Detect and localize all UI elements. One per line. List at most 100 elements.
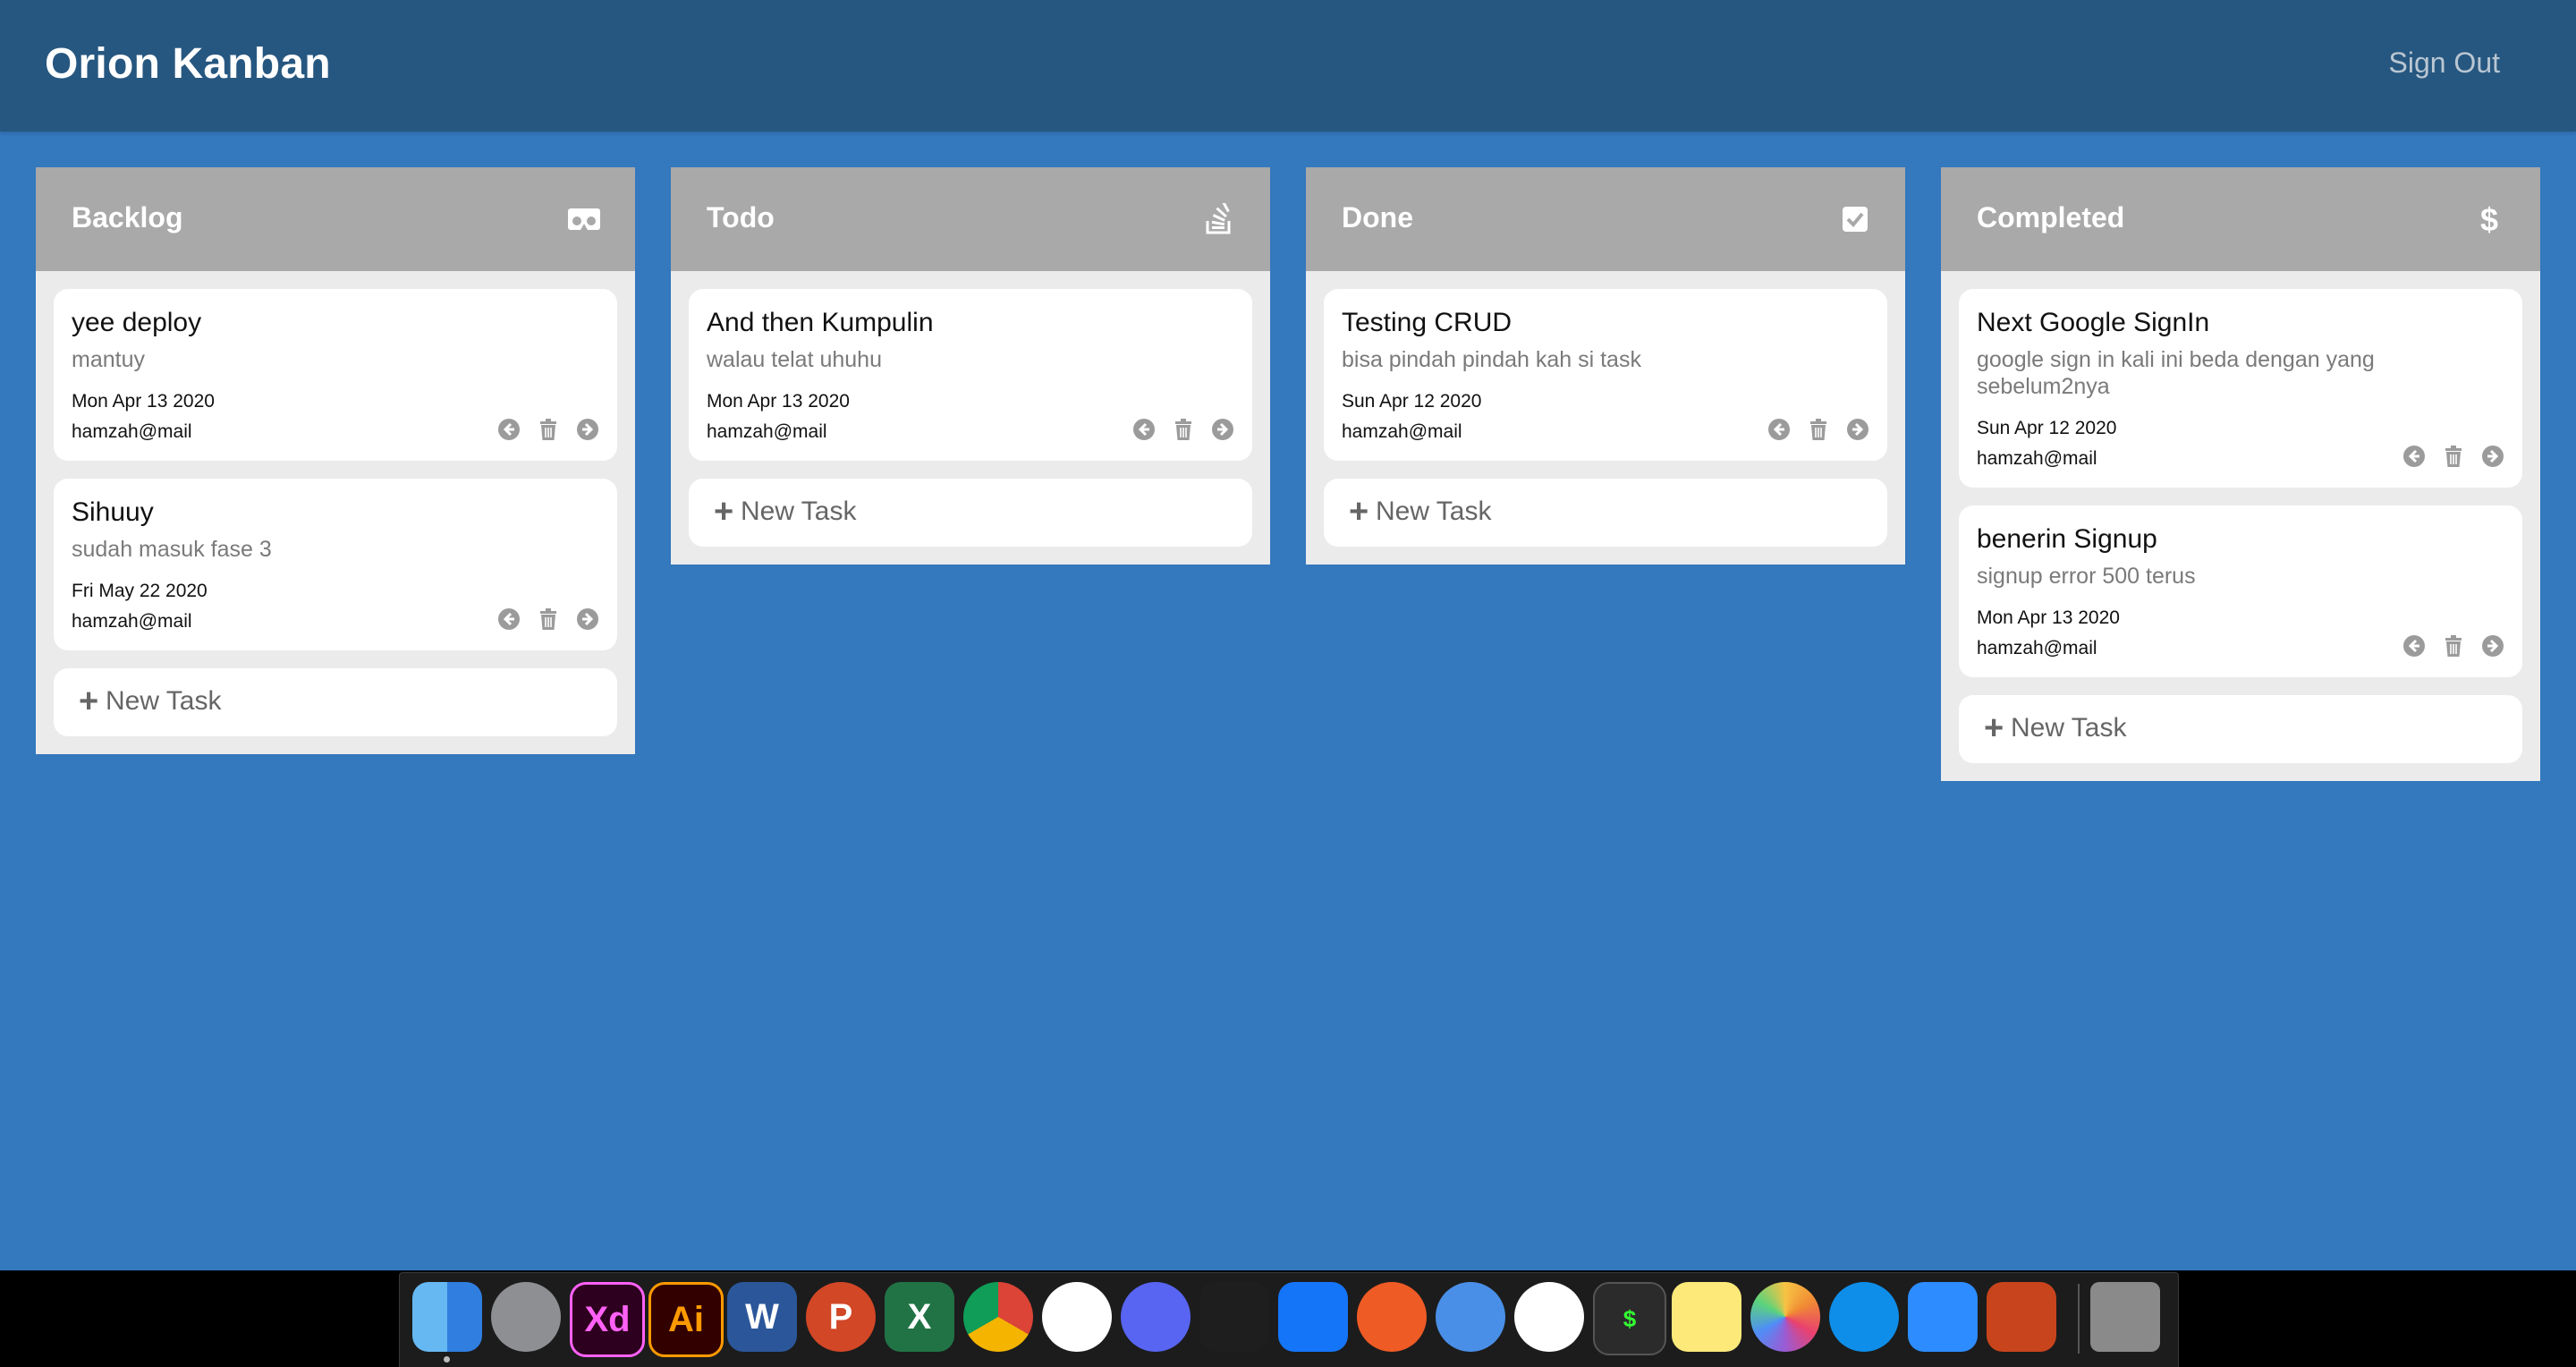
sign-out-link[interactable]: Sign Out xyxy=(2388,47,2500,80)
new-task-button[interactable]: + New Task xyxy=(54,668,617,736)
navbar: Orion Kanban Sign Out xyxy=(0,0,2576,132)
trash-icon[interactable] xyxy=(2442,445,2465,468)
column-header: Backlog xyxy=(36,167,635,271)
task-actions xyxy=(1132,418,1234,441)
task-actions xyxy=(1767,418,1869,441)
task-date: Sun Apr 12 2020 xyxy=(1977,418,2117,438)
photos-icon[interactable] xyxy=(1750,1282,1820,1352)
arrow-right-circle-icon[interactable] xyxy=(2481,445,2504,468)
task-description: sudah masuk fase 3 xyxy=(72,537,272,562)
dock-separator xyxy=(2078,1284,2080,1354)
task-actions xyxy=(497,418,599,441)
arrow-left-circle-icon[interactable] xyxy=(1767,418,1791,441)
chrome-icon[interactable] xyxy=(963,1282,1033,1352)
task-card[interactable]: Testing CRUD bisa pindah pindah kah si t… xyxy=(1324,289,1887,461)
xcode-icon[interactable] xyxy=(1278,1282,1348,1352)
column-body: Testing CRUD bisa pindah pindah kah si t… xyxy=(1306,271,1905,565)
powerpoint-icon[interactable]: P xyxy=(806,1282,876,1352)
arrow-right-circle-icon[interactable] xyxy=(2481,634,2504,658)
new-task-label: New Task xyxy=(741,497,857,526)
task-description: google sign in kali ini beda dengan yang… xyxy=(1977,347,2375,399)
column-done: Done Testing CRUD bisa pindah pindah kah… xyxy=(1306,167,1905,565)
check-square-icon xyxy=(1843,207,1868,232)
column-title: Todo xyxy=(707,201,775,233)
adobe-illustrator-icon[interactable]: Ai xyxy=(648,1282,724,1357)
teamviewer-icon[interactable] xyxy=(1829,1282,1899,1352)
task-date: Mon Apr 13 2020 xyxy=(707,391,850,412)
hacktiv8-icon[interactable] xyxy=(1987,1282,2056,1352)
trash-icon[interactable] xyxy=(1172,418,1195,441)
plus-icon: + xyxy=(714,493,734,531)
arrow-left-circle-icon[interactable] xyxy=(1132,418,1156,441)
trash-icon[interactable] xyxy=(1807,418,1830,441)
column-backlog: Backlog yee deploy mantuy Mon Apr 13 202… xyxy=(36,167,635,754)
task-date: Sun Apr 12 2020 xyxy=(1342,391,1482,412)
trash-icon[interactable] xyxy=(537,418,560,441)
task-title: Next Google SignIn xyxy=(1977,308,2210,337)
brand-title: Orion Kanban xyxy=(45,40,331,88)
task-title: Sihuuy xyxy=(72,497,154,527)
task-date: Fri May 22 2020 xyxy=(72,581,208,601)
excel-icon[interactable]: X xyxy=(885,1282,954,1352)
plus-icon: + xyxy=(1984,709,2004,747)
discord-icon[interactable] xyxy=(1121,1282,1191,1352)
column-title: Backlog xyxy=(72,201,183,233)
task-description: walau telat uhuhu xyxy=(707,347,882,372)
word-icon[interactable]: W xyxy=(727,1282,797,1352)
slack-icon[interactable] xyxy=(1042,1282,1112,1352)
task-card[interactable]: And then Kumpulin walau telat uhuhu Mon … xyxy=(689,289,1252,461)
task-description: signup error 500 terus xyxy=(1977,564,2196,589)
task-card[interactable]: Next Google SignIn google sign in kali i… xyxy=(1959,289,2522,488)
postman-icon[interactable] xyxy=(1357,1282,1427,1352)
cardboard-icon xyxy=(568,208,600,230)
svg-text:$: $ xyxy=(2480,203,2498,235)
arrow-right-circle-icon[interactable] xyxy=(1211,418,1234,441)
task-card[interactable]: benerin Signup signup error 500 terus Mo… xyxy=(1959,505,2522,677)
mongodb-compass-icon[interactable] xyxy=(1514,1282,1584,1352)
finder-icon[interactable] xyxy=(412,1282,482,1363)
stack-overflow-icon xyxy=(1206,203,1231,234)
arrow-left-circle-icon[interactable] xyxy=(497,607,521,631)
tableplus-icon[interactable] xyxy=(1436,1282,1505,1352)
task-card[interactable]: yee deploy mantuy Mon Apr 13 2020 hamzah… xyxy=(54,289,617,461)
new-task-label: New Task xyxy=(2011,713,2127,743)
adobe-xd-icon[interactable]: Xd xyxy=(570,1282,645,1357)
launchpad-icon[interactable] xyxy=(491,1282,561,1352)
vscode-icon[interactable] xyxy=(1199,1282,1269,1352)
terminal-icon[interactable]: $ xyxy=(1593,1282,1666,1355)
new-task-label: New Task xyxy=(106,686,222,716)
trash-icon[interactable] xyxy=(2090,1282,2160,1352)
arrow-left-circle-icon[interactable] xyxy=(2402,445,2426,468)
arrow-left-circle-icon[interactable] xyxy=(497,418,521,441)
column-header: Done xyxy=(1306,167,1905,271)
trash-icon[interactable] xyxy=(2442,634,2465,658)
task-title: Testing CRUD xyxy=(1342,308,1513,337)
running-indicator xyxy=(444,1356,450,1363)
arrow-right-circle-icon[interactable] xyxy=(576,418,599,441)
trash-icon[interactable] xyxy=(537,607,560,631)
zoom-icon[interactable] xyxy=(1908,1282,1978,1352)
task-title: yee deploy xyxy=(72,308,202,337)
task-description: bisa pindah pindah kah si task xyxy=(1342,347,1641,372)
column-title: Done xyxy=(1342,201,1413,233)
task-description: mantuy xyxy=(72,347,145,372)
arrow-right-circle-icon[interactable] xyxy=(576,607,599,631)
arrow-right-circle-icon[interactable] xyxy=(1846,418,1869,441)
task-card[interactable]: Sihuuy sudah masuk fase 3 Fri May 22 202… xyxy=(54,479,617,650)
new-task-button[interactable]: + New Task xyxy=(1324,479,1887,547)
notes-icon[interactable] xyxy=(1672,1282,1741,1352)
column-title: Completed xyxy=(1977,201,2125,233)
new-task-button[interactable]: + New Task xyxy=(689,479,1252,547)
column-body: yee deploy mantuy Mon Apr 13 2020 hamzah… xyxy=(36,271,635,754)
plus-icon: + xyxy=(79,683,99,720)
column-header: Completed $ xyxy=(1941,167,2540,271)
column-completed: Completed $ Next Google SignIn google si… xyxy=(1941,167,2540,781)
task-actions xyxy=(497,607,599,631)
task-date: Mon Apr 13 2020 xyxy=(72,391,215,412)
plus-icon: + xyxy=(1349,493,1369,531)
task-title: benerin Signup xyxy=(1977,524,2157,554)
dock: Xd Ai W P X $ xyxy=(399,1272,2179,1367)
new-task-button[interactable]: + New Task xyxy=(1959,695,2522,763)
arrow-left-circle-icon[interactable] xyxy=(2402,634,2426,658)
dollar-icon: $ xyxy=(2480,203,2498,235)
